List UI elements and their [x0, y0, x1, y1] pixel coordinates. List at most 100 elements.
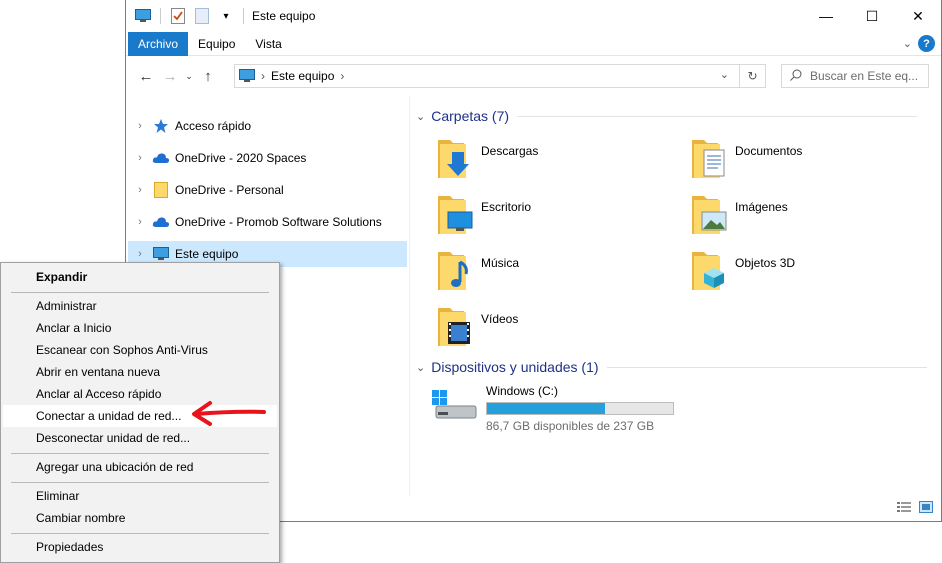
breadcrumb-chevron-icon[interactable]: › — [340, 69, 344, 83]
nav-item-onedrive-promob[interactable]: › OneDrive - Promob Software Solutions — [128, 209, 407, 235]
drive-info: Windows (C:) 86,7 GB disponibles de 237 … — [486, 384, 674, 434]
expand-chevron-icon[interactable]: › — [132, 184, 148, 196]
menu-item-expandir[interactable]: Expandir — [3, 266, 277, 288]
toolbar-divider — [160, 8, 161, 24]
minimize-button[interactable]: — — [803, 0, 849, 32]
window-controls: — ☐ ✕ — [803, 0, 941, 32]
menu-item-eliminar[interactable]: Eliminar — [3, 485, 277, 507]
maximize-button[interactable]: ☐ — [849, 0, 895, 32]
menu-item-cambiar-nombre[interactable]: Cambiar nombre — [3, 507, 277, 529]
nav-item-onedrive-2020-spaces[interactable]: › OneDrive - 2020 Spaces — [128, 145, 407, 171]
cloud-icon — [150, 216, 172, 228]
menu-separator — [11, 453, 269, 454]
breadcrumb-este-equipo[interactable]: Este equipo — [271, 69, 334, 83]
new-folder-icon[interactable] — [193, 7, 211, 25]
cloud-icon — [150, 152, 172, 164]
title-bar: ▾ Este equipo — ☐ ✕ — [126, 0, 941, 32]
help-button[interactable]: ? — [918, 35, 935, 52]
folders-group-header[interactable]: ⌄ Carpetas (7) — [416, 108, 918, 124]
expand-chevron-icon[interactable]: › — [132, 152, 148, 164]
menu-item-administrar[interactable]: Administrar — [3, 295, 277, 317]
ribbon-right-controls: ⌄ ? — [903, 35, 935, 52]
collapse-chevron-icon[interactable]: ⌄ — [416, 110, 425, 123]
drive-usage-bar — [486, 402, 674, 415]
folder-imagenes[interactable]: Imágenes — [680, 192, 930, 242]
refresh-button[interactable]: ↻ — [739, 64, 765, 88]
nav-item-label: OneDrive - Personal — [175, 183, 284, 197]
collapse-chevron-icon[interactable]: ⌄ — [416, 361, 425, 374]
3d-objects-folder-icon — [690, 248, 730, 292]
folder-label: Escritorio — [481, 200, 532, 214]
music-folder-icon — [436, 248, 476, 292]
folder-documentos[interactable]: Documentos — [680, 136, 930, 186]
folder-videos[interactable]: Vídeos — [426, 304, 676, 354]
nav-item-acceso-rapido[interactable]: › Acceso rápido — [128, 113, 407, 139]
menu-item-desconectar-unidad-red[interactable]: Desconectar unidad de red... — [3, 427, 277, 449]
folder-escritorio[interactable]: Escritorio — [426, 192, 676, 242]
expand-chevron-icon[interactable]: › — [132, 216, 148, 228]
expand-chevron-icon[interactable]: › — [132, 248, 148, 260]
folder-objetos-3d[interactable]: Objetos 3D — [680, 248, 930, 298]
back-button[interactable]: ← — [134, 64, 158, 88]
menu-item-agregar-ubicacion-red[interactable]: Agregar una ubicación de red — [3, 456, 277, 478]
drive-label: Windows (C:) — [486, 384, 559, 398]
close-button[interactable]: ✕ — [895, 0, 941, 32]
nav-item-label: Acceso rápido — [175, 119, 252, 133]
recent-locations-button[interactable]: ⌄ — [182, 64, 196, 88]
tab-equipo[interactable]: Equipo — [188, 32, 245, 56]
forward-button[interactable]: → — [158, 64, 182, 88]
folder-icon — [150, 182, 172, 198]
nav-item-onedrive-personal[interactable]: › OneDrive - Personal — [128, 177, 407, 203]
downloads-folder-icon — [436, 136, 476, 180]
address-bar[interactable]: › Este equipo › ⌄ ↻ — [234, 64, 766, 88]
window-title: Este equipo — [252, 9, 316, 23]
computer-icon — [150, 247, 172, 261]
quick-access-toolbar: ▾ — [134, 7, 246, 25]
folder-descargas[interactable]: Descargas — [426, 136, 676, 186]
menu-separator — [11, 533, 269, 534]
navigation-bar: ← → ⌄ ↑ › Este equipo › ⌄ ↻ Buscar en Es… — [126, 56, 941, 96]
folder-musica[interactable]: Música — [426, 248, 676, 298]
menu-item-anclar-a-inicio[interactable]: Anclar a Inicio — [3, 317, 277, 339]
group-divider — [517, 115, 918, 117]
folder-label: Vídeos — [481, 312, 519, 326]
tab-vista[interactable]: Vista — [245, 32, 291, 56]
folder-label: Descargas — [481, 144, 539, 158]
address-dropdown-icon[interactable]: ⌄ — [720, 68, 729, 81]
star-icon — [150, 118, 172, 134]
properties-icon[interactable] — [169, 7, 187, 25]
folder-label: Música — [481, 256, 520, 270]
folder-label: Objetos 3D — [735, 256, 796, 270]
computer-icon — [239, 69, 255, 83]
menu-item-escanear-sophos[interactable]: Escanear con Sophos Anti-Virus — [3, 339, 277, 361]
up-button[interactable]: ↑ — [196, 64, 220, 88]
annotation-arrow-icon — [192, 401, 266, 426]
view-switcher — [897, 501, 933, 516]
breadcrumb-chevron-icon[interactable]: › — [261, 69, 265, 83]
hard-drive-icon — [430, 388, 478, 434]
nav-item-label: OneDrive - 2020 Spaces — [175, 151, 307, 165]
videos-folder-icon — [436, 304, 476, 348]
pictures-folder-icon — [690, 192, 730, 236]
customize-toolbar-icon[interactable]: ▾ — [217, 7, 235, 25]
menu-item-propiedades[interactable]: Propiedades — [3, 536, 277, 558]
search-box[interactable]: Buscar en Este eq... — [781, 64, 929, 88]
desktop-folder-icon — [436, 192, 476, 236]
menu-separator — [11, 482, 269, 483]
group-title: Carpetas (7) — [431, 108, 510, 124]
search-placeholder: Buscar en Este eq... — [810, 69, 919, 83]
drive-windows-c[interactable]: Windows (C:) 86,7 GB disponibles de 237 … — [430, 384, 690, 434]
expand-ribbon-icon[interactable]: ⌄ — [903, 37, 912, 50]
documents-folder-icon — [690, 136, 730, 180]
menu-item-abrir-ventana-nueva[interactable]: Abrir en ventana nueva — [3, 361, 277, 383]
computer-icon — [134, 7, 152, 25]
nav-item-label: OneDrive - Promob Software Solutions — [175, 215, 382, 229]
folder-label: Imágenes — [735, 200, 788, 214]
expand-chevron-icon[interactable]: › — [132, 120, 148, 132]
large-icons-view-icon[interactable] — [919, 501, 933, 516]
tab-archivo[interactable]: Archivo — [128, 31, 189, 56]
drive-free-space: 86,7 GB disponibles de 237 GB — [486, 419, 655, 433]
group-title: Dispositivos y unidades (1) — [431, 359, 599, 375]
details-view-icon[interactable] — [897, 501, 911, 516]
devices-group-header[interactable]: ⌄ Dispositivos y unidades (1) — [416, 359, 927, 375]
